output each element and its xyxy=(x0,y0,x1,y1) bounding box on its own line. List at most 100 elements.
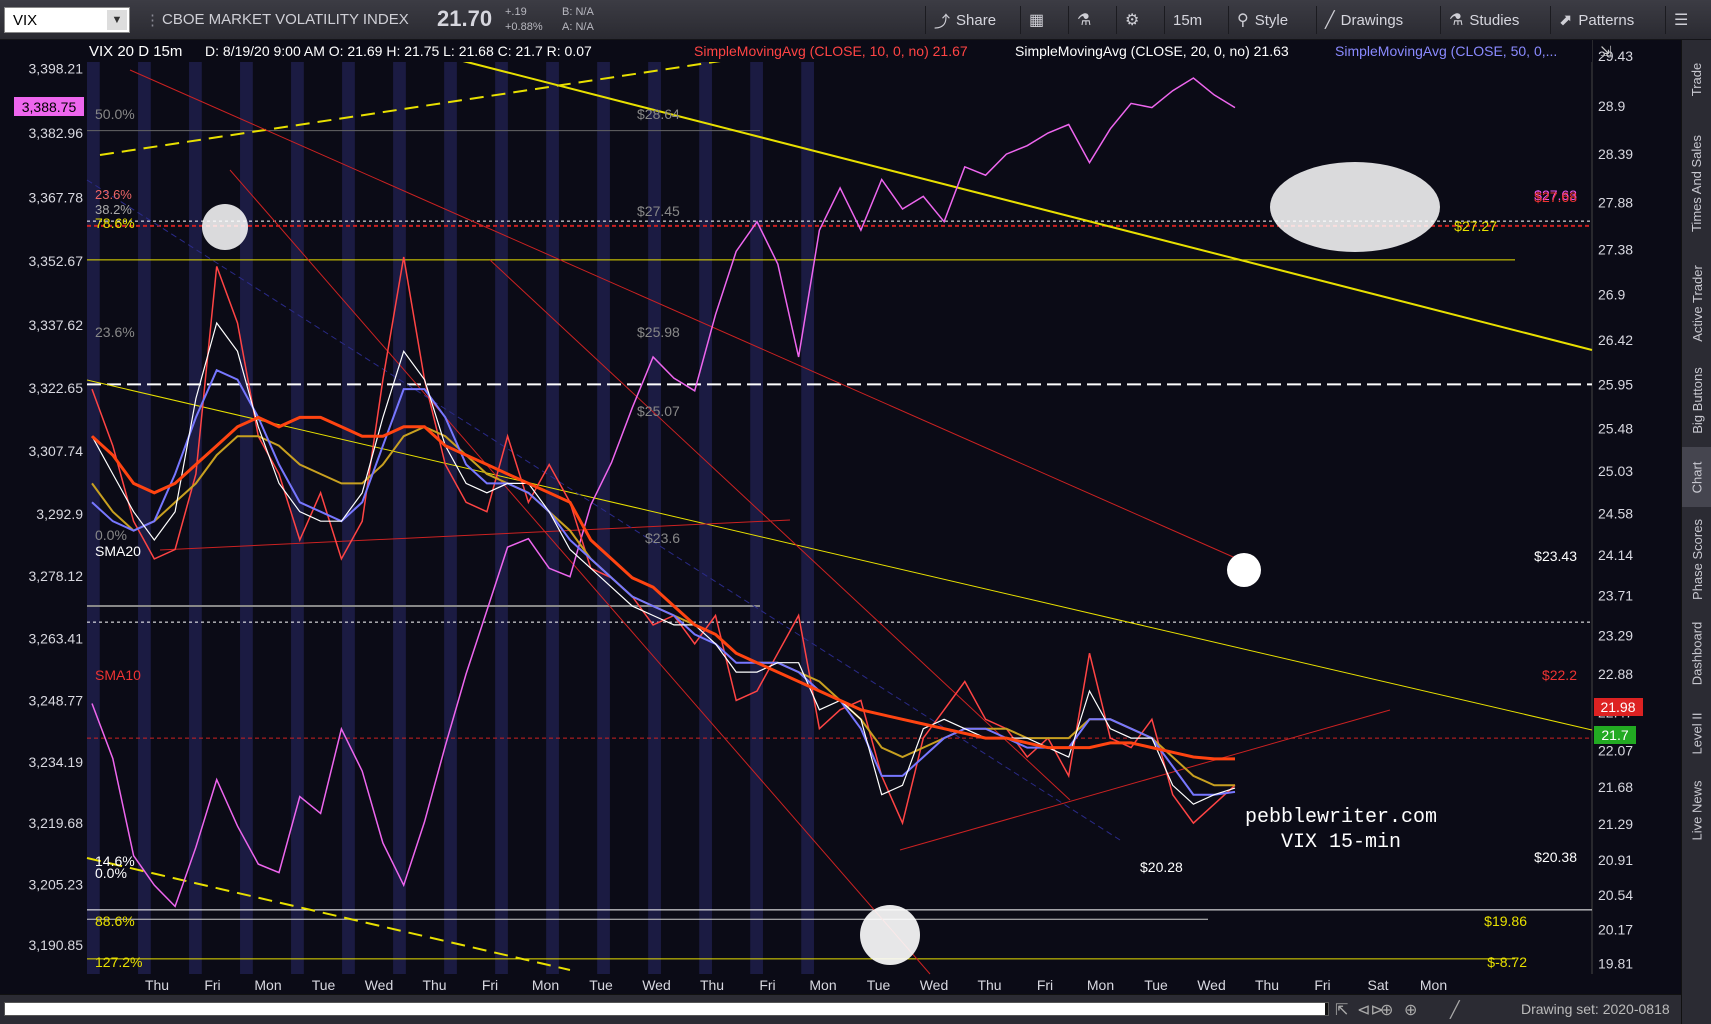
x-axis-tick: Wed xyxy=(920,977,949,993)
fib-value: $28.64 xyxy=(637,106,680,122)
price-tag: $23.43 xyxy=(1534,548,1577,564)
pencil-icon[interactable]: ╱ xyxy=(1450,1000,1460,1020)
flask-icon: ⚗ xyxy=(1077,12,1092,29)
left-axis-tick: 3,352.67 xyxy=(29,253,84,269)
side-tab-active-trader[interactable]: Active Trader xyxy=(1682,253,1711,353)
fib-label: 0.0% xyxy=(95,865,127,881)
watermark-line-1: pebblewriter.com xyxy=(1245,806,1437,829)
timeframe-button[interactable]: 15m xyxy=(1164,6,1210,34)
left-axis-tick: 3,234.19 xyxy=(29,754,84,770)
menu-button[interactable]: ☰ xyxy=(1665,6,1696,34)
x-axis-tick: Fri xyxy=(204,977,220,993)
grid-button[interactable]: ▦ xyxy=(1020,6,1052,34)
right-axis-tick: 23.29 xyxy=(1598,627,1633,643)
side-tab-label: Dashboard xyxy=(1689,621,1705,686)
side-tab-dashboard[interactable]: Dashboard xyxy=(1682,611,1711,696)
session-stripe xyxy=(291,40,304,974)
session-stripe xyxy=(495,40,508,974)
chart-area[interactable]: 3,398.21 3,382.96 3,367.78 3,352.67 3,337.62… xyxy=(0,40,1681,994)
chevron-down-icon[interactable]: ▼ xyxy=(107,10,127,30)
x-axis-tick: Thu xyxy=(1255,977,1279,993)
x-axis-tick: Tue xyxy=(312,977,336,993)
fib-label: 88.6% xyxy=(95,913,135,929)
right-axis-tick: 27.88 xyxy=(1598,194,1633,210)
left-axis-tick: 3,322.65 xyxy=(29,380,84,396)
style-button[interactable]: ⚲ Style xyxy=(1228,6,1296,34)
scrollbar-thumb[interactable] xyxy=(5,1003,1325,1015)
studies-button[interactable]: ⚗ Studies xyxy=(1440,6,1527,34)
price-tag: $20.38 xyxy=(1534,849,1577,865)
patterns-label: Patterns xyxy=(1578,11,1635,29)
highlight-circle-mid xyxy=(1227,553,1261,587)
expand-icon[interactable]: ⇱ xyxy=(1335,1000,1348,1020)
share-button[interactable]: ⤴ Share xyxy=(925,6,1004,34)
side-tab-label: Big Buttons xyxy=(1689,366,1705,434)
price-tag: $20.28 xyxy=(1140,859,1183,875)
x-axis-tick: Mon xyxy=(1087,977,1114,993)
link-icon[interactable]: ⋮ xyxy=(145,11,160,29)
drawings-button[interactable]: ╱ Drawings xyxy=(1316,6,1411,34)
side-tab-level-ii[interactable]: Level II xyxy=(1682,698,1711,768)
zoom-in-icon[interactable]: ⊕ xyxy=(1404,1000,1417,1020)
side-tab-label: Live News xyxy=(1689,780,1705,840)
right-axis-tick: 28.9 xyxy=(1598,98,1625,114)
horizontal-scrollbar[interactable] xyxy=(4,1002,1329,1016)
flask-icon-studies: ⚗ xyxy=(1449,12,1464,29)
pct-change: +0.88% xyxy=(505,21,543,33)
share-icon: ⤴ xyxy=(934,14,951,31)
left-axis-tick: 3,248.77 xyxy=(29,692,84,708)
fib-label: 23.6% xyxy=(95,187,132,202)
fib-value: $27.45 xyxy=(637,203,680,219)
fib-label: 127.2% xyxy=(95,954,142,970)
right-axis-tick: 25.03 xyxy=(1598,463,1633,479)
side-tab-label: Level II xyxy=(1689,712,1705,754)
side-tab-label: Phase Scores xyxy=(1689,518,1705,600)
right-axis-tick: 26.42 xyxy=(1598,332,1633,348)
price-tag: $19.86 xyxy=(1484,913,1527,929)
legend-symbol: VIX 20 D 15m xyxy=(89,43,182,60)
price-tag: $-8.72 xyxy=(1487,954,1527,970)
right-axis-tick: 21.68 xyxy=(1598,779,1633,795)
left-axis-tick: 3,398.21 xyxy=(29,61,84,77)
side-tab-label: Trade xyxy=(1689,62,1705,96)
side-tab-big-buttons[interactable]: Big Buttons xyxy=(1682,355,1711,445)
vix-sma-tag: 21.98 xyxy=(1600,699,1635,715)
bottom-bar: ⇱ ⊲⊳ ⊕ ⊕ ╱ Drawing set: 2020-0818 xyxy=(0,994,1681,1024)
side-tab-trade[interactable]: Trade xyxy=(1682,44,1711,114)
right-axis-tick: 19.81 xyxy=(1598,956,1633,972)
left-axis-tick: 3,263.41 xyxy=(29,630,84,646)
legend-sma10: SimpleMovingAvg (CLOSE, 10, 0, no) 21.67 xyxy=(694,43,968,59)
x-axis-tick: Fri xyxy=(759,977,775,993)
session-stripe xyxy=(138,40,151,974)
settings-button[interactable]: ⚙ xyxy=(1116,6,1147,34)
symbol-input[interactable]: VIX ▼ xyxy=(4,7,130,33)
left-axis-tick: 3,190.85 xyxy=(29,937,84,953)
side-tab-times-and-sales[interactable]: Times And Sales xyxy=(1682,116,1711,251)
flask-button[interactable]: ⚗ xyxy=(1068,6,1099,34)
style-label: Style xyxy=(1254,11,1289,29)
right-axis-tick: 22.88 xyxy=(1598,666,1633,682)
side-tab-chart[interactable]: Chart xyxy=(1682,447,1711,507)
right-side-panel: Trade Times And Sales Active Trader Big But… xyxy=(1681,40,1711,1024)
legend-ohlc: D: 8/19/20 9:00 AM O: 21.69 H: 21.75 L: … xyxy=(205,43,592,59)
fib-label: 0.0% xyxy=(95,527,127,543)
fib-value: $23.6 xyxy=(645,530,680,546)
left-axis-tick: 3,337.62 xyxy=(29,317,84,333)
x-axis-tick: Mon xyxy=(809,977,836,993)
expand-chart-icon: ⇲ xyxy=(1600,43,1612,59)
pencil-icon: ╱ xyxy=(1325,12,1335,29)
x-axis-tick: Fri xyxy=(1314,977,1330,993)
right-axis-tick: 20.91 xyxy=(1598,852,1633,868)
grid-icon: ▦ xyxy=(1029,12,1045,29)
side-tab-label: Active Trader xyxy=(1689,264,1705,342)
toolbar: VIX ▼ ⋮ CBOE MARKET VOLATILITY INDEX 21.… xyxy=(0,0,1711,40)
session-stripe xyxy=(546,40,559,974)
crosshair-icon[interactable]: ⊕ xyxy=(1380,1000,1393,1020)
x-axis-tick: Mon xyxy=(532,977,559,993)
side-tab-live-news[interactable]: Live News xyxy=(1682,770,1711,850)
right-axis-tick: 21.29 xyxy=(1598,816,1633,832)
patterns-button[interactable]: ⬈ Patterns xyxy=(1550,6,1642,34)
highlight-ellipse xyxy=(1270,162,1440,252)
side-tab-phase-scores[interactable]: Phase Scores xyxy=(1682,509,1711,609)
right-axis-tick: 23.71 xyxy=(1598,588,1633,604)
